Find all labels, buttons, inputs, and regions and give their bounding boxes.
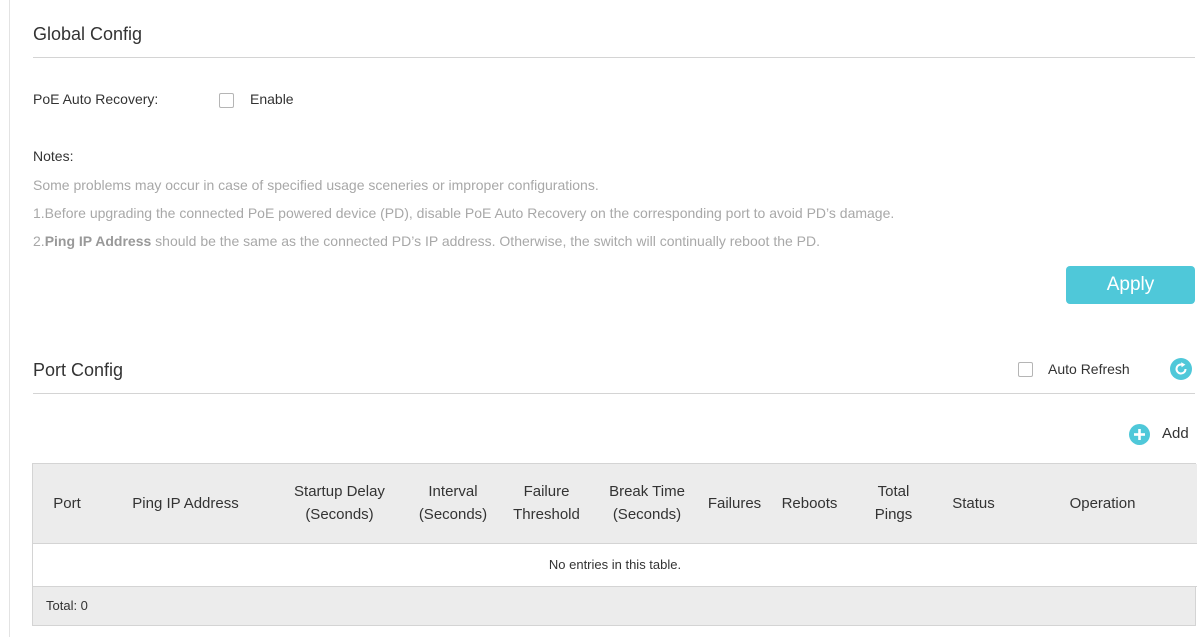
add-label[interactable]: Add xyxy=(1162,425,1189,442)
table-empty-row: No entries in this table. xyxy=(33,542,1197,587)
column-header-port: Port xyxy=(53,494,81,512)
table-total-count: Total: 0 xyxy=(33,586,1195,625)
column-header-total-pings: Total Pings xyxy=(874,483,913,524)
column-header-failure-threshold: Failure Threshold xyxy=(513,483,580,524)
port-config-table: Port Ping IP Address Startup Delay (Secon… xyxy=(32,463,1197,626)
note-1: 1.Before upgrading the connected PoE pow… xyxy=(33,205,895,221)
page-left-border xyxy=(0,0,10,637)
auto-refresh-checkbox[interactable] xyxy=(1018,362,1033,377)
poe-auto-recovery-label: PoE Auto Recovery: xyxy=(33,91,159,107)
table-header-row: Port Ping IP Address Startup Delay (Secon… xyxy=(33,464,1197,543)
empty-table-message: No entries in this table. xyxy=(33,542,1197,587)
note-2-rest: should be the same as the connected PD’s… xyxy=(151,233,821,249)
column-header-operation: Operation xyxy=(1069,494,1136,512)
poe-auto-recovery-checkbox[interactable] xyxy=(219,93,234,108)
notes-title: Notes: xyxy=(33,148,74,164)
port-config-title: Port Config xyxy=(33,360,124,380)
note-2-bold: Ping IP Address xyxy=(44,233,152,249)
column-header-break-time: Break Time (Seconds) xyxy=(609,483,685,524)
global-config-divider xyxy=(33,57,1195,58)
column-header-ping-ip-address: Ping IP Address xyxy=(132,494,239,512)
apply-button[interactable]: Apply xyxy=(1066,266,1195,304)
global-config-title: Global Config xyxy=(33,24,143,44)
refresh-icon[interactable] xyxy=(1170,358,1192,380)
column-header-interval: Interval (Seconds) xyxy=(418,483,488,524)
note-2-prefix: 2. xyxy=(33,233,45,249)
note-intro: Some problems may occur in case of speci… xyxy=(33,177,599,193)
column-header-status: Status xyxy=(952,494,995,512)
enable-label[interactable]: Enable xyxy=(250,91,294,107)
port-config-divider xyxy=(33,393,1195,394)
note-2: 2.Ping IP Address should be the same as … xyxy=(33,233,820,249)
column-header-startup-delay: Startup Delay (Seconds) xyxy=(294,483,385,524)
column-header-reboots: Reboots xyxy=(781,494,838,512)
plus-circle-icon[interactable] xyxy=(1129,424,1150,445)
auto-refresh-label[interactable]: Auto Refresh xyxy=(1048,361,1130,377)
column-header-failures: Failures xyxy=(707,494,762,512)
